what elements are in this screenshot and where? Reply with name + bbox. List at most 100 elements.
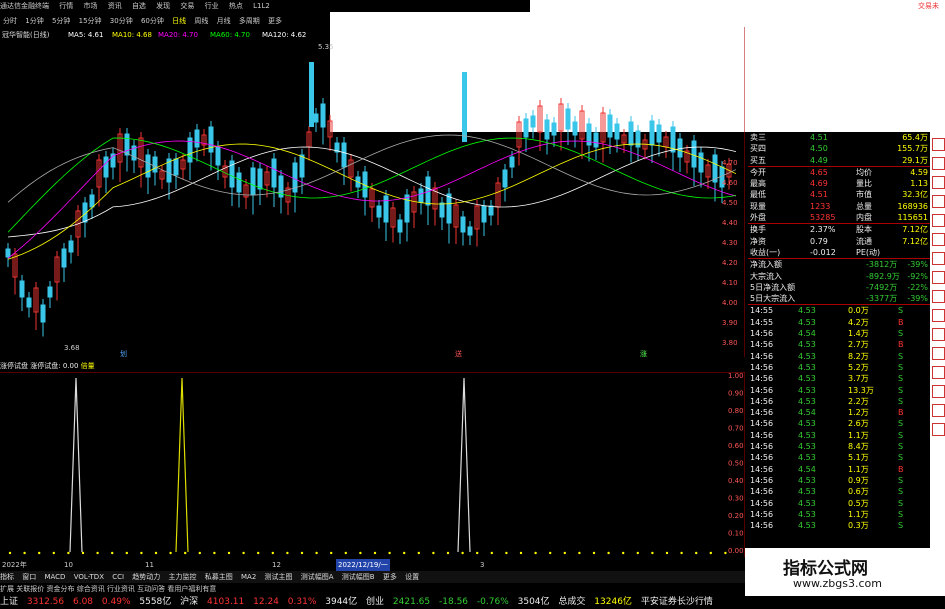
period-5min[interactable]: 5分钟 xyxy=(49,15,73,27)
baseline-dot xyxy=(300,551,304,555)
period-minute[interactable]: 分时 xyxy=(0,15,20,27)
info-tab-qa[interactable]: 互动问答 xyxy=(137,585,165,593)
baseline-dot xyxy=(242,551,245,555)
period-more[interactable]: 更多 xyxy=(265,15,285,27)
tab-macd[interactable]: MACD xyxy=(44,573,65,581)
side-tool-button[interactable] xyxy=(932,195,945,208)
side-tool-button[interactable] xyxy=(932,157,945,170)
period-15min[interactable]: 15分钟 xyxy=(76,15,105,27)
tab-trend[interactable]: 趋势动力 xyxy=(132,573,160,581)
order-volume: 65.4万 xyxy=(902,133,928,142)
side-tool-button[interactable] xyxy=(932,252,945,265)
index-cy-pct: -0.76% xyxy=(476,597,509,607)
kline-chart[interactable]: 冠华智能(日线) MA5: 4.61 MA10: 4.68 MA20: 4.70… xyxy=(0,27,746,358)
baseline-dot xyxy=(140,551,143,555)
period-day[interactable]: 日线 xyxy=(169,15,189,27)
menu-item-hot[interactable]: 热点 xyxy=(229,2,243,10)
candle-body xyxy=(103,156,109,178)
tick-price: 4.53 xyxy=(798,340,816,350)
tab-ma2[interactable]: MA2 xyxy=(241,573,256,581)
watermark-url: www.zbgs3.com xyxy=(793,577,882,590)
tick-time: 14:56 xyxy=(750,453,774,463)
indicator-tick: 0.30 xyxy=(728,495,744,503)
period-60min[interactable]: 60分钟 xyxy=(138,15,167,27)
side-tool-button[interactable] xyxy=(932,214,945,227)
tick-volume: 8.4万 xyxy=(848,442,869,452)
info-tab-related[interactable]: 关联报价 xyxy=(16,585,44,593)
side-tool-button[interactable] xyxy=(932,347,945,360)
marker-3[interactable]: 涨 xyxy=(640,349,647,358)
tick-side: S xyxy=(898,362,904,372)
candle-body xyxy=(320,103,326,128)
tick-price: 4.53 xyxy=(798,430,816,440)
trade-link[interactable]: 交易未 xyxy=(918,0,939,12)
menu-item-discover[interactable]: 发现 xyxy=(156,2,170,10)
info-tab-promo[interactable]: 看用户福利有意 xyxy=(167,585,216,593)
tab-window[interactable]: 窗口 xyxy=(22,573,36,581)
period-week[interactable]: 周线 xyxy=(191,15,211,27)
side-tool-button[interactable] xyxy=(932,138,945,151)
flow-value: -7492万 xyxy=(866,282,898,292)
period-1min[interactable]: 1分钟 xyxy=(22,15,46,27)
info-tab-industry[interactable]: 行业资讯 xyxy=(107,585,135,593)
tab-cci[interactable]: CCI xyxy=(112,573,124,581)
tick-side: S xyxy=(898,498,904,508)
marker-1[interactable]: 划 xyxy=(120,349,127,358)
side-tool-button[interactable] xyxy=(932,328,945,341)
side-tool-button[interactable] xyxy=(932,423,945,436)
side-tool-button[interactable] xyxy=(932,271,945,284)
flow-value: -3377万 xyxy=(866,294,898,304)
tab-settings[interactable]: 设置 xyxy=(405,573,419,581)
tab-monitor[interactable]: 主力监控 xyxy=(169,573,197,581)
indicator-tabs: 指标 窗口 MACD VOL-TDX CCI 趋势动力 主力监控 私募主图 MA… xyxy=(0,571,745,583)
index-sh-label: 上证 xyxy=(0,597,19,607)
tab-more[interactable]: 更多 xyxy=(383,573,397,581)
tick-side: S xyxy=(898,509,904,519)
tab-test-main[interactable]: 测试主图 xyxy=(265,573,293,581)
baseline-dot xyxy=(388,551,391,555)
side-tool-button[interactable] xyxy=(932,290,945,303)
flow-pct: -92% xyxy=(907,271,928,281)
info-tab-funds[interactable]: 资金分布 xyxy=(46,585,74,593)
period-30min[interactable]: 30分钟 xyxy=(107,15,136,27)
order-volume: 29.1万 xyxy=(902,155,928,165)
date-label-10: 10 xyxy=(64,561,73,569)
info-tab-expand[interactable]: 扩展 xyxy=(0,585,14,593)
tab-private[interactable]: 私募主图 xyxy=(205,573,233,581)
side-tool-button[interactable] xyxy=(932,404,945,417)
price-tick: 4.20 xyxy=(722,259,738,267)
menu-item-news[interactable]: 资讯 xyxy=(108,2,122,10)
indicator-chart[interactable]: 1.00 0.90 0.80 0.70 0.60 0.50 0.40 0.30 0.20 0.10… xyxy=(0,371,746,557)
tab-indicator[interactable]: 指标 xyxy=(0,573,14,581)
menu-item-watchlist[interactable]: 自选 xyxy=(132,2,146,10)
menu-item-industry[interactable]: 行业 xyxy=(205,2,219,10)
side-tool-button[interactable] xyxy=(932,366,945,379)
tick-time: 14:56 xyxy=(750,329,774,339)
side-tool-button[interactable] xyxy=(932,309,945,322)
indicator-baseline-dots xyxy=(8,551,727,555)
menu-item-l1l2[interactable]: L1L2 xyxy=(253,2,270,10)
info-tab-news[interactable]: 综合资讯 xyxy=(77,585,105,593)
candle-body xyxy=(544,119,550,140)
menu-item-trade[interactable]: 交易 xyxy=(180,2,194,10)
tab-test-a[interactable]: 测试幅图A xyxy=(301,573,334,581)
flow-row: 大宗流入 -892.9万 -92% xyxy=(748,271,930,282)
menu-item-exchange[interactable]: 市场 xyxy=(83,2,97,10)
side-tool-button[interactable] xyxy=(932,385,945,398)
period-multi[interactable]: 多周期 xyxy=(236,15,263,27)
date-label-12: 12 xyxy=(272,561,281,569)
menu-item-market[interactable]: 行情 xyxy=(59,2,73,10)
tab-vol[interactable]: VOL-TDX xyxy=(74,573,104,581)
baseline-dot xyxy=(724,551,727,555)
tick-volume: 3.7万 xyxy=(848,374,869,384)
candle-body xyxy=(607,114,613,138)
candle-body xyxy=(173,158,179,176)
tab-test-b[interactable]: 测试幅图B xyxy=(342,573,375,581)
candle-body xyxy=(299,154,305,178)
side-tool-button[interactable] xyxy=(932,176,945,189)
side-tool-button[interactable] xyxy=(932,233,945,246)
marker-2[interactable]: 送 xyxy=(455,349,462,358)
baseline-dot xyxy=(651,551,654,555)
indicator-title[interactable]: 涨停试盘 xyxy=(0,362,28,370)
period-month[interactable]: 月线 xyxy=(214,15,234,27)
